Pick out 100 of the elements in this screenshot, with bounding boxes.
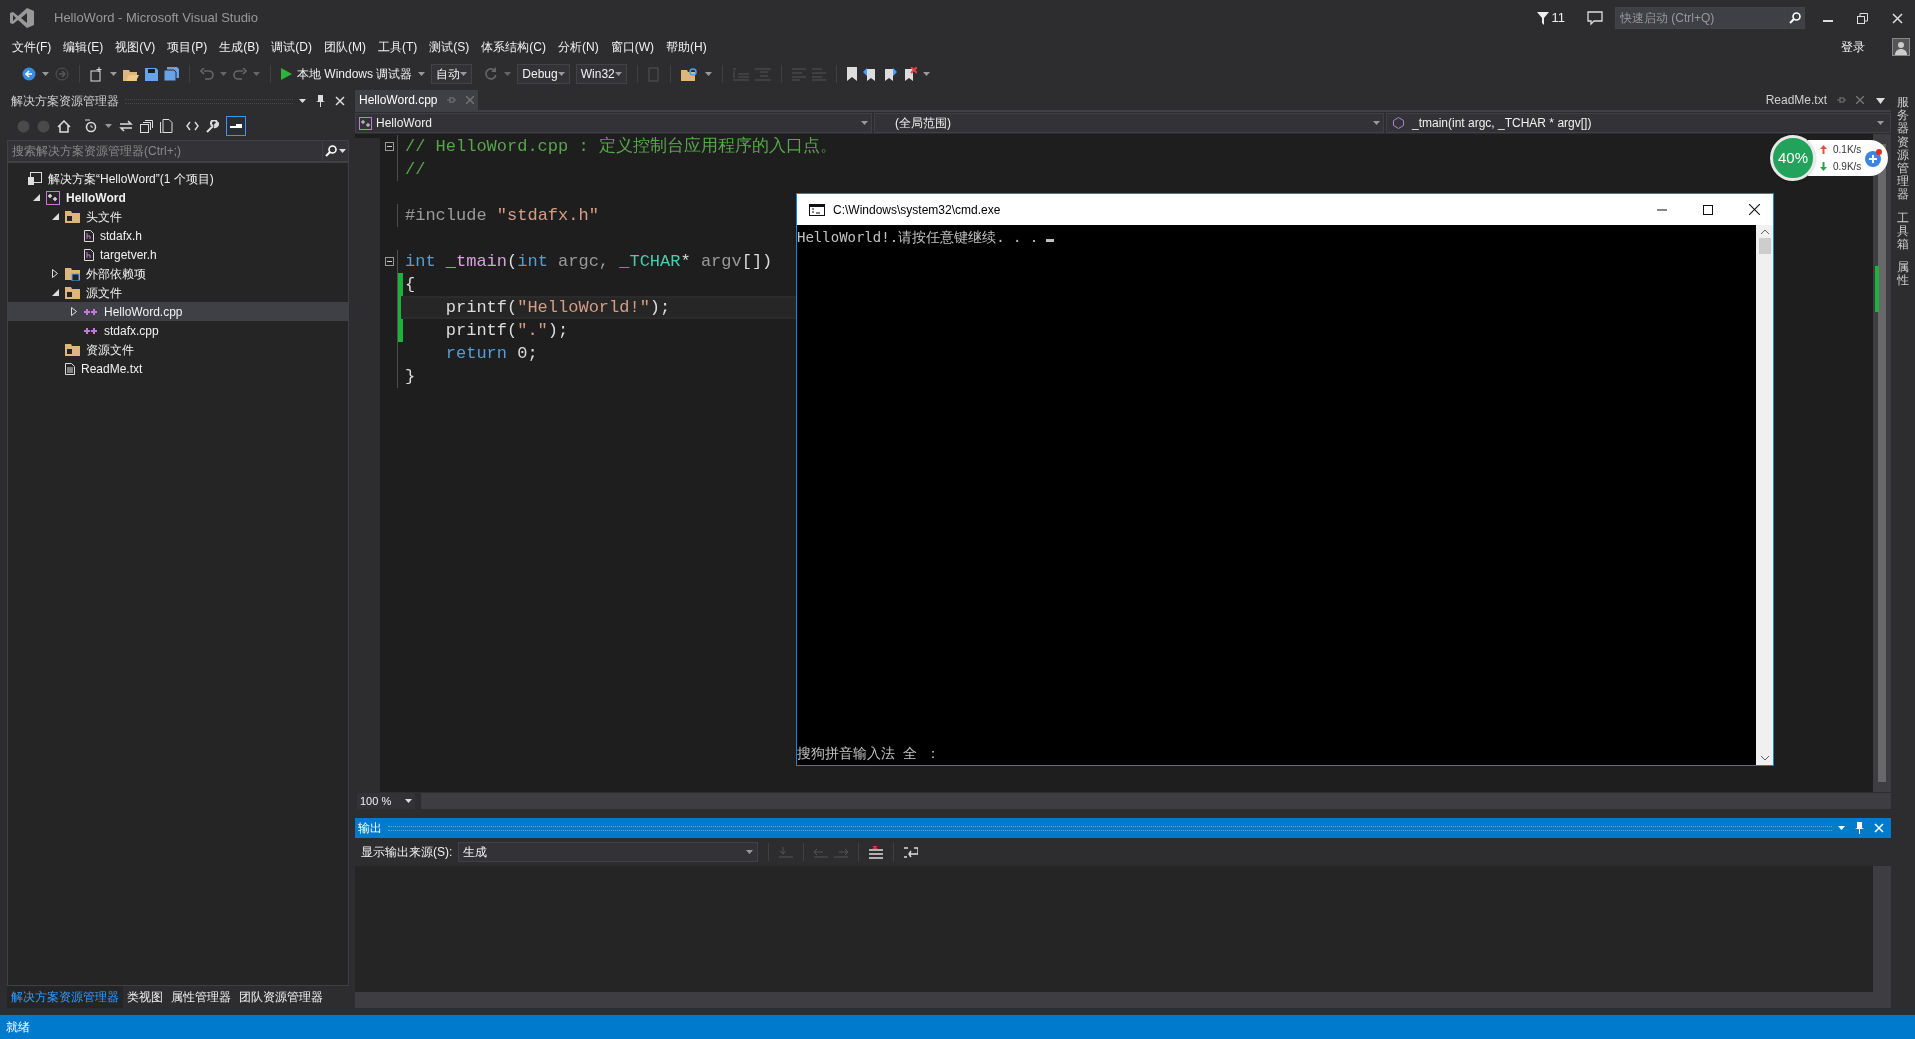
- side-tab[interactable]: 工具箱: [1897, 211, 1909, 252]
- code-line: printf(".");: [444, 321, 569, 340]
- tree-item[interactable]: 外部依赖项: [8, 264, 348, 283]
- new-project-icon[interactable]: [90, 66, 104, 82]
- tree-item[interactable]: stdafx.cpp: [8, 321, 348, 340]
- menu-item[interactable]: 体系结构(C): [475, 38, 552, 56]
- project-icon: [359, 116, 372, 130]
- sign-in-link[interactable]: 登录: [1841, 38, 1865, 56]
- output-source-label: 显示输出来源(S):: [361, 844, 453, 861]
- redo-icon[interactable]: [233, 67, 247, 81]
- expanded-arrow-icon[interactable]: [51, 289, 59, 296]
- horizontal-scrollbar[interactable]: [421, 793, 1891, 809]
- restore-icon[interactable]: [1857, 12, 1868, 24]
- pin-icon[interactable]: [316, 95, 325, 107]
- refresh-icon[interactable]: [484, 67, 499, 81]
- tree-item[interactable]: 解决方案“HelloWord”(1 个项目): [8, 169, 348, 188]
- scroll-thumb[interactable]: [1758, 238, 1771, 254]
- panel-tab[interactable]: 团队资源管理器: [235, 986, 327, 1008]
- maximize-icon[interactable]: [1703, 204, 1713, 215]
- tree-item[interactable]: HelloWord.cpp: [8, 302, 348, 321]
- add-icon[interactable]: [1864, 149, 1883, 167]
- caret-icon: [110, 72, 117, 76]
- clear-all-icon[interactable]: [869, 845, 884, 859]
- tree-item[interactable]: HelloWord: [8, 188, 348, 207]
- panel-tab[interactable]: 类视图: [123, 986, 167, 1008]
- tree-item[interactable]: 资源文件: [8, 340, 348, 359]
- pending-changes-icon[interactable]: [84, 119, 98, 133]
- project-dropdown[interactable]: HelloWord: [355, 113, 872, 133]
- menu-item[interactable]: 项目(P): [161, 38, 214, 56]
- find-in-files-icon[interactable]: [680, 66, 699, 82]
- view-code-icon[interactable]: [186, 121, 199, 131]
- show-all-files-icon[interactable]: [160, 119, 173, 133]
- menu-item[interactable]: 分析(N): [552, 38, 605, 56]
- vertical-scrollbar[interactable]: [1873, 866, 1891, 992]
- panel-tab[interactable]: 属性管理器: [167, 986, 235, 1008]
- notification-count[interactable]: 11: [1551, 8, 1565, 28]
- tree-item[interactable]: 源文件: [8, 283, 348, 302]
- start-debugging-button[interactable]: 本地 Windows 调试器: [281, 65, 413, 83]
- previous-bookmark-icon[interactable]: [862, 67, 877, 81]
- scope-dropdown[interactable]: (全局范围): [874, 113, 1384, 133]
- menu-item[interactable]: 视图(V): [109, 38, 162, 56]
- menu-item[interactable]: 团队(M): [318, 38, 372, 56]
- collapse-all-icon[interactable]: [140, 119, 153, 133]
- tree-item[interactable]: stdafx.h: [8, 226, 348, 245]
- tab-list-icon[interactable]: [1876, 98, 1885, 104]
- panel-tab[interactable]: 解决方案资源管理器: [7, 986, 123, 1008]
- search-button[interactable]: [1785, 7, 1805, 29]
- caret-icon: [704, 72, 712, 76]
- expanded-arrow-icon[interactable]: [51, 213, 59, 220]
- close-icon[interactable]: [1749, 204, 1760, 215]
- clear-bookmarks-icon[interactable]: [902, 67, 917, 81]
- vertical-scrollbar[interactable]: [1756, 225, 1773, 765]
- collapse-region-icon[interactable]: [385, 257, 394, 266]
- header-file-icon: [84, 248, 94, 261]
- bookmark-icon[interactable]: [846, 67, 857, 81]
- tree-item[interactable]: 头文件: [8, 207, 348, 226]
- toolbar-dropdown[interactable]: Win32: [575, 64, 627, 84]
- collapse-region-icon[interactable]: [385, 142, 394, 151]
- word-wrap-icon[interactable]: [904, 845, 919, 859]
- vertical-scrollbar[interactable]: [1873, 134, 1891, 792]
- pin-icon[interactable]: [1855, 822, 1864, 834]
- save-all-icon[interactable]: [164, 67, 179, 81]
- menu-item[interactable]: 生成(B): [213, 38, 266, 56]
- sync-icon[interactable]: [119, 120, 133, 132]
- feedback-icon[interactable]: [1587, 10, 1603, 26]
- filter-icon[interactable]: [1536, 11, 1549, 25]
- collapsed-arrow-icon[interactable]: [52, 269, 58, 278]
- side-tab[interactable]: 服务器资源管理器: [1897, 96, 1909, 202]
- menu-item[interactable]: 调试(D): [265, 38, 318, 56]
- tree-item[interactable]: targetver.h: [8, 245, 348, 264]
- menu-item[interactable]: 窗口(W): [604, 38, 660, 56]
- menu-item[interactable]: 文件(F): [6, 38, 58, 56]
- expanded-arrow-icon[interactable]: [32, 194, 40, 201]
- undo-icon[interactable]: [200, 67, 214, 81]
- home-icon[interactable]: [57, 119, 71, 133]
- menu-item[interactable]: 工具(T): [372, 38, 424, 56]
- side-tab[interactable]: 属性: [1897, 261, 1909, 288]
- search-options-button[interactable]: [323, 140, 349, 162]
- horizontal-scrollbar[interactable]: [355, 992, 1891, 1008]
- toolbar-dropdown[interactable]: 自动: [431, 64, 473, 84]
- quick-launch-field[interactable]: 快速启动 (Ctrl+Q): [1615, 7, 1785, 29]
- scroll-down-icon[interactable]: [1760, 756, 1769, 761]
- open-folder-icon[interactable]: [123, 67, 139, 81]
- tree-item[interactable]: ReadMe.txt: [8, 359, 348, 378]
- account-icon[interactable]: [1892, 38, 1910, 56]
- scroll-up-icon[interactable]: [1760, 229, 1769, 234]
- menu-item[interactable]: 帮助(H): [660, 38, 713, 56]
- search-field[interactable]: 搜索解决方案资源管理器(Ctrl+;): [7, 140, 323, 162]
- properties-icon[interactable]: [206, 119, 219, 133]
- preview-toggle-button[interactable]: [226, 116, 246, 136]
- menu-item[interactable]: 编辑(E): [57, 38, 110, 56]
- output-source-dropdown[interactable]: 生成: [458, 842, 759, 862]
- menu-item[interactable]: 测试(S): [423, 38, 476, 56]
- next-bookmark-icon[interactable]: [882, 67, 897, 81]
- back-icon[interactable]: [22, 67, 36, 81]
- toolbar-dropdown[interactable]: Debug: [517, 64, 570, 84]
- save-icon[interactable]: [145, 67, 158, 81]
- member-dropdown[interactable]: _tmain(int argc, _TCHAR * argv[]): [1386, 113, 1891, 133]
- zoom-dropdown[interactable]: 100 %: [357, 793, 415, 809]
- collapsed-arrow-icon[interactable]: [71, 307, 77, 316]
